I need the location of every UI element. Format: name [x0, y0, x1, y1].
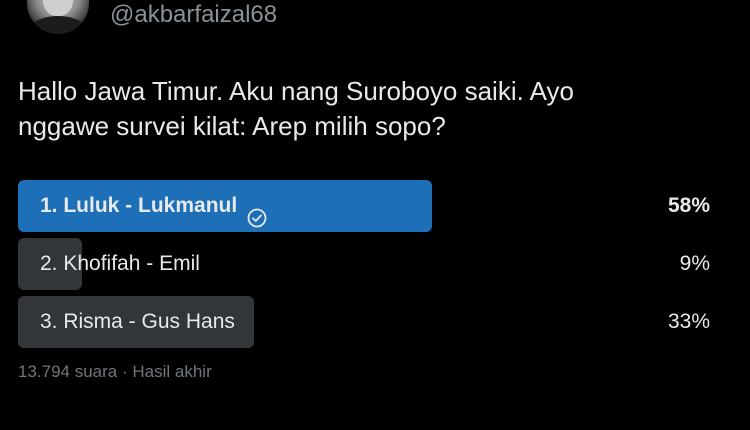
meta-separator: · [121, 362, 128, 381]
poll-percent-3: 33% [667, 310, 710, 333]
poll-percent-2: 9% [679, 252, 710, 275]
poll-option-label-1: 1. Luluk - Lukmanul [40, 180, 267, 232]
poll-option-3: 3. Risma - Gus Hans 33% [18, 296, 718, 348]
poll: 1. Luluk - Lukmanul 58% 2. Khofifah - Em… [18, 180, 718, 354]
poll-option-1: 1. Luluk - Lukmanul 58% [18, 180, 718, 232]
user-handle[interactable]: @akbarfaizal68 [110, 0, 277, 30]
poll-status: Hasil akhir [132, 362, 212, 381]
poll-option-text: 2. Khofifah - Emil [40, 252, 200, 275]
vote-count: 13.794 suara [18, 362, 118, 381]
tweet-text: Hallo Jawa Timur. Aku nang Suroboyo saik… [18, 74, 718, 144]
poll-option-label-3: 3. Risma - Gus Hans [40, 296, 235, 348]
poll-percent-1: 58% [667, 194, 710, 217]
poll-option-text: 3. Risma - Gus Hans [40, 310, 235, 333]
poll-option-label-2: 2. Khofifah - Emil [40, 238, 200, 290]
avatar-face [43, 0, 73, 16]
poll-meta: 13.794 suara · Hasil akhir [18, 362, 212, 382]
tweet-line: nggawe survei kilat: Arep milih sopo? [18, 111, 446, 141]
poll-option-text: 1. Luluk - Lukmanul [40, 194, 238, 217]
avatar-shirt [29, 16, 87, 34]
avatar[interactable] [27, 0, 89, 34]
poll-option-2: 2. Khofifah - Emil 9% [18, 238, 718, 290]
check-circle-icon [247, 196, 267, 228]
avatar-glasses [44, 0, 72, 2]
tweet-line: Hallo Jawa Timur. Aku nang Suroboyo saik… [18, 76, 574, 106]
